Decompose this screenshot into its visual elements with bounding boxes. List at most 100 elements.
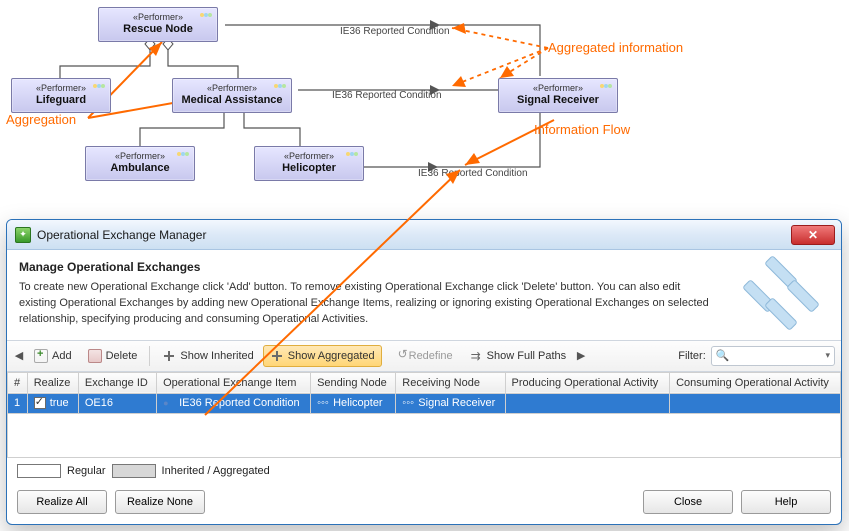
col-consuming[interactable]: Consuming Operational Activity: [670, 372, 841, 393]
realize-checkbox[interactable]: [34, 397, 46, 409]
cell-item-text: IE36 Reported Condition: [179, 397, 299, 409]
trash-icon: [88, 349, 102, 363]
cell-sending[interactable]: ◦◦◦ Helicopter: [311, 393, 396, 413]
legend: Regular Inherited / Aggregated: [7, 458, 841, 486]
dialog-footer: Realize All Realize None Close Help: [7, 486, 841, 524]
dialog-title: Operational Exchange Manager: [37, 228, 791, 242]
node-title: Signal Receiver: [505, 94, 611, 106]
node-signal-receiver[interactable]: «Performer» Signal Receiver: [498, 78, 618, 113]
add-icon: [34, 349, 48, 363]
dialog-description: To create new Operational Exchange click…: [19, 280, 709, 328]
annotation-aggregation: Aggregation: [6, 112, 76, 127]
cell-consuming[interactable]: [670, 393, 841, 413]
stereotype-label: «Performer»: [505, 83, 611, 93]
cell-item[interactable]: IE36 Reported Condition: [157, 393, 311, 413]
path-icon: [469, 349, 483, 363]
table-header-row: # Realize Exchange ID Operational Exchan…: [8, 372, 841, 393]
delete-button[interactable]: Delete: [81, 345, 145, 367]
realize-none-button[interactable]: Realize None: [115, 490, 205, 514]
show-inherited-label: Show Inherited: [180, 350, 253, 362]
performer-icon: [273, 81, 287, 91]
delete-label: Delete: [106, 350, 138, 362]
exchanges-table: # Realize Exchange ID Operational Exchan…: [7, 372, 841, 458]
performer-icon: [92, 81, 106, 91]
redefine-icon: [391, 349, 405, 363]
cell-realize[interactable]: true: [27, 393, 78, 413]
filter-box[interactable]: 🔍 ▾: [711, 346, 835, 366]
separator: [149, 346, 150, 366]
stereotype-label: «Performer»: [261, 151, 357, 161]
stereotype-label: «Performer»: [179, 83, 285, 93]
cell-receiving-text: Signal Receiver: [418, 397, 495, 409]
node-medical-assistance[interactable]: «Performer» Medical Assistance: [172, 78, 292, 113]
node-title: Helicopter: [261, 162, 357, 174]
edge-label-rc1: IE36 Reported Condition: [338, 26, 452, 37]
window-close-button[interactable]: ✕: [791, 225, 835, 245]
operational-exchange-manager-dialog: ✦ Operational Exchange Manager ✕ Manage …: [6, 219, 842, 525]
cell-receiving[interactable]: ◦◦◦Signal Receiver: [396, 393, 505, 413]
node-title: Ambulance: [92, 162, 188, 174]
legend-swatch-regular: [17, 464, 61, 478]
col-receiving[interactable]: Receiving Node: [396, 372, 505, 393]
col-realize[interactable]: Realize: [27, 372, 78, 393]
legend-regular-label: Regular: [67, 465, 106, 477]
table-row[interactable]: 1 true OE16 IE36 Reported Condition ◦◦◦ H…: [8, 393, 841, 413]
close-icon: ✕: [808, 228, 818, 242]
performer-icon: ◦◦◦: [317, 397, 329, 409]
realize-all-button[interactable]: Realize All: [17, 490, 107, 514]
show-aggregated-button[interactable]: Show Aggregated: [263, 345, 382, 367]
table-empty-area: [8, 413, 841, 457]
col-exchange[interactable]: Exchange ID: [78, 372, 156, 393]
node-ambulance[interactable]: «Performer» Ambulance: [85, 146, 195, 181]
show-aggregated-label: Show Aggregated: [288, 350, 375, 362]
realize-text: true: [50, 397, 69, 409]
legend-swatch-inherited: [112, 464, 156, 478]
toolbar-scroll-left[interactable]: ◀: [13, 349, 25, 362]
performer-icon: [176, 149, 190, 159]
edge-label-rc2: IE36 Reported Condition: [330, 90, 444, 101]
dialog-illustration: [733, 256, 833, 328]
redefine-button[interactable]: Redefine: [384, 345, 460, 367]
annotation-information-flow: Information Flow: [534, 122, 630, 137]
node-rescue[interactable]: «Performer» Rescue Node: [98, 7, 218, 42]
add-button[interactable]: Add: [27, 345, 79, 367]
tree-icon: [270, 349, 284, 363]
col-num[interactable]: #: [8, 372, 28, 393]
filter-input[interactable]: [733, 350, 823, 362]
node-lifeguard[interactable]: «Performer» Lifeguard: [11, 78, 111, 113]
help-button[interactable]: Help: [741, 490, 831, 514]
app-icon: ✦: [15, 227, 31, 243]
cell-sending-text: Helicopter: [333, 397, 383, 409]
exchange-item-icon: [163, 397, 175, 409]
performer-icon: [599, 81, 613, 91]
node-helicopter[interactable]: «Performer» Helicopter: [254, 146, 364, 181]
show-full-paths-button[interactable]: Show Full Paths: [462, 345, 573, 367]
cell-exchange-id[interactable]: OE16: [78, 393, 156, 413]
node-title: Lifeguard: [18, 94, 104, 106]
show-full-paths-label: Show Full Paths: [487, 350, 566, 362]
col-producing[interactable]: Producing Operational Activity: [505, 372, 670, 393]
stereotype-label: «Performer»: [92, 151, 188, 161]
dialog-toolbar: ◀ Add Delete Show Inherited Show Aggrega…: [7, 341, 841, 372]
add-label: Add: [52, 350, 72, 362]
tree-icon: [162, 349, 176, 363]
cell-producing[interactable]: [505, 393, 670, 413]
chevron-down-icon[interactable]: ▾: [825, 350, 830, 361]
col-item[interactable]: Operational Exchange Item: [157, 372, 311, 393]
legend-inherited-label: Inherited / Aggregated: [162, 465, 270, 477]
dialog-heading: Manage Operational Exchanges: [19, 260, 713, 274]
performer-icon: [199, 10, 213, 20]
node-title: Medical Assistance: [179, 94, 285, 106]
close-button[interactable]: Close: [643, 490, 733, 514]
dialog-header-section: Manage Operational Exchanges To create n…: [7, 250, 841, 341]
dialog-titlebar[interactable]: ✦ Operational Exchange Manager ✕: [7, 220, 841, 250]
stereotype-label: «Performer»: [105, 12, 211, 22]
uml-diagram: «Performer» Rescue Node «Performer» Life…: [0, 0, 849, 215]
col-sending[interactable]: Sending Node: [311, 372, 396, 393]
node-title: Rescue Node: [105, 23, 211, 35]
redefine-label: Redefine: [409, 350, 453, 362]
show-inherited-button[interactable]: Show Inherited: [155, 345, 260, 367]
annotation-aggregated-info: Aggregated information: [548, 40, 683, 55]
toolbar-scroll-right[interactable]: ▶: [575, 349, 587, 362]
cell-num: 1: [8, 393, 28, 413]
